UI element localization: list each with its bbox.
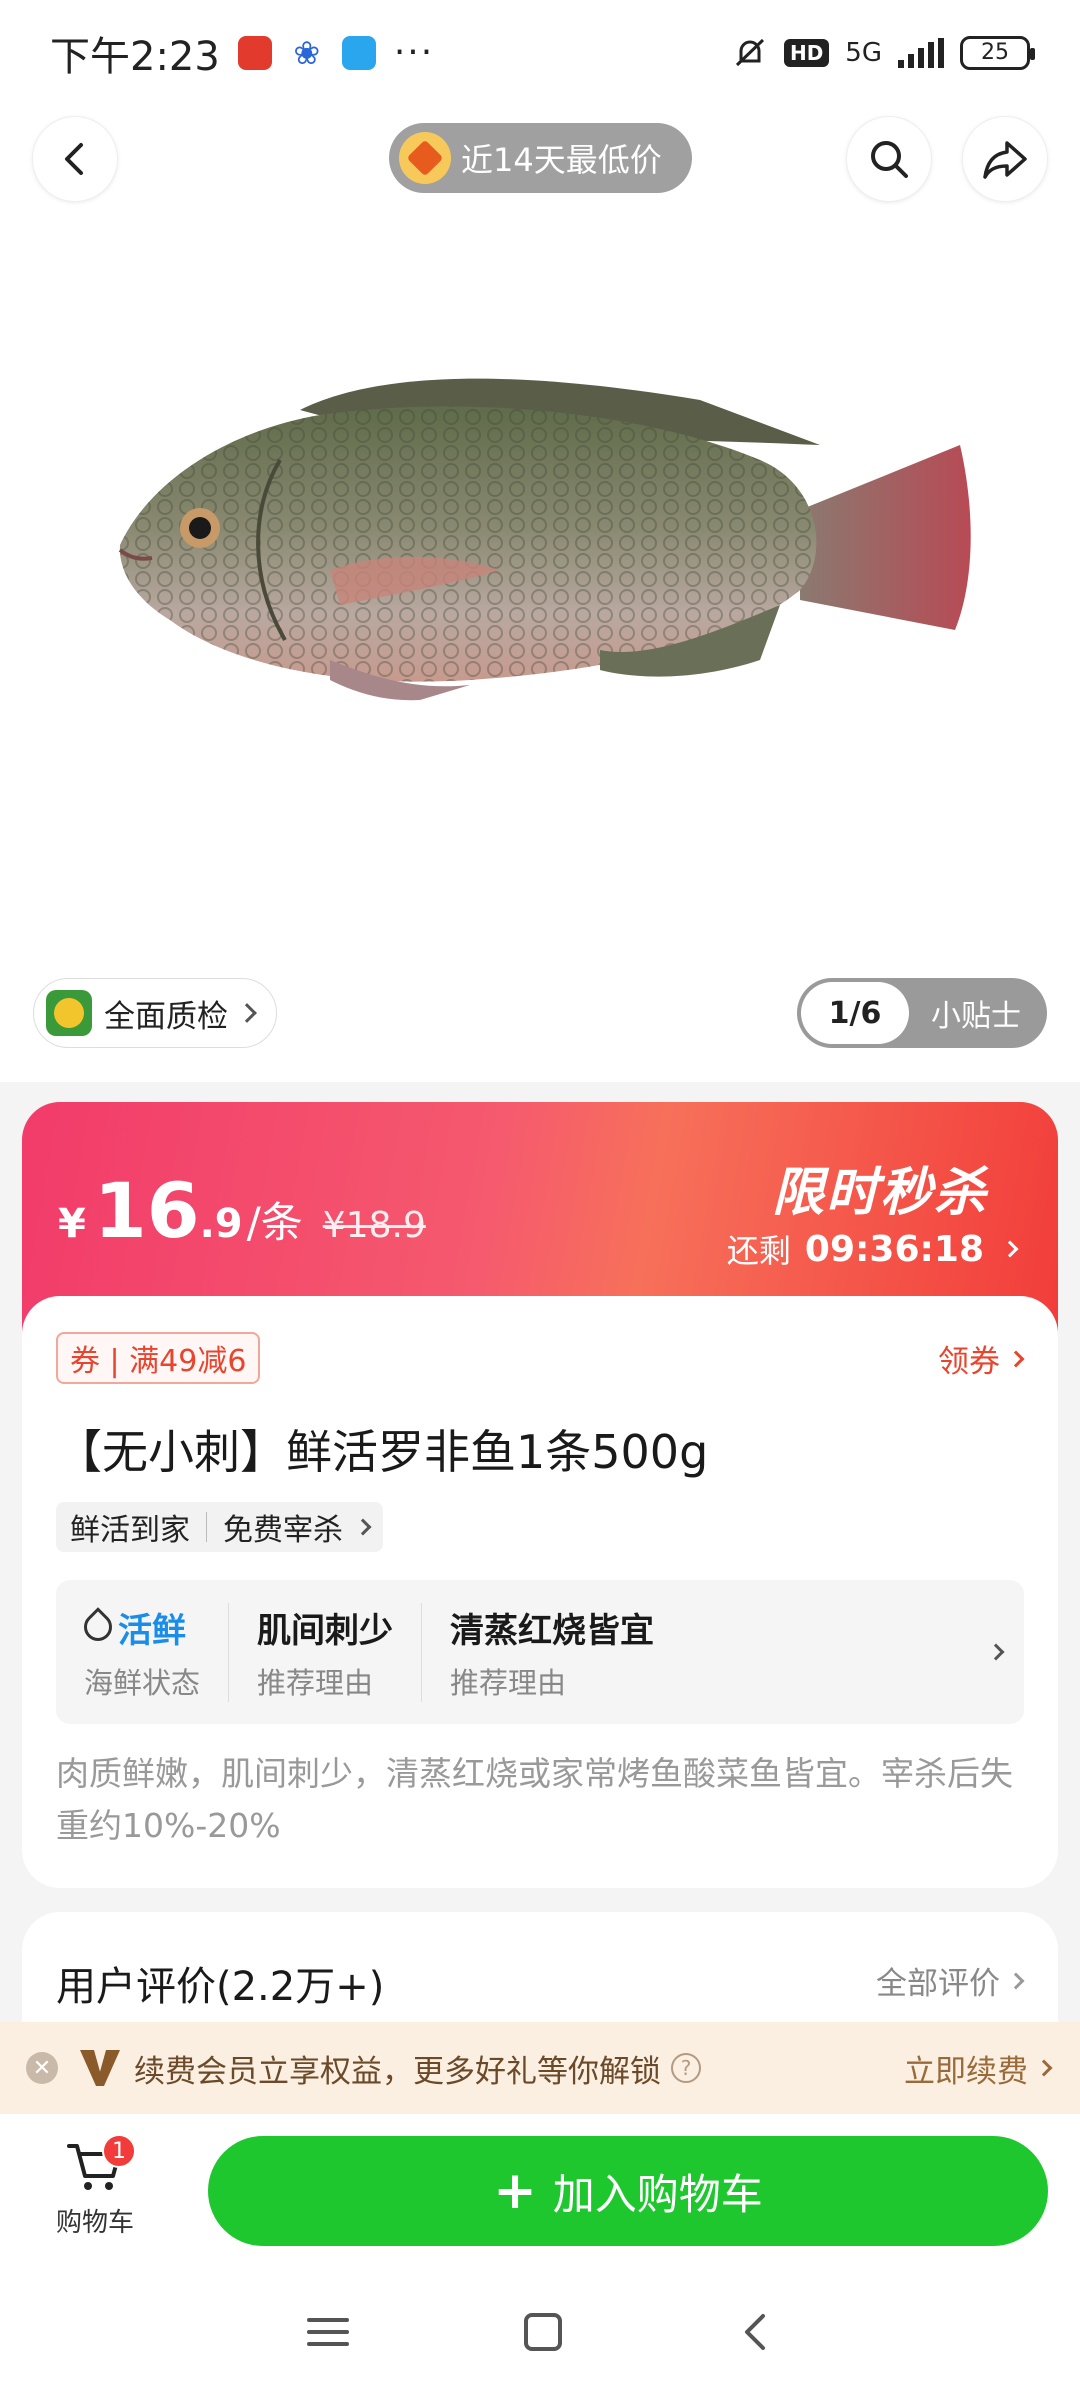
renew-now-button[interactable]: 立即续费: [904, 2046, 1053, 2091]
service-tag-free-slaughter: 免费宰杀: [223, 1513, 343, 1548]
coupon-tag[interactable]: 券 | 满49减6: [56, 1332, 261, 1384]
feature-value-text: 活鲜: [118, 1610, 186, 1651]
mute-bell-icon: [735, 38, 764, 66]
get-coupon-button[interactable]: 领券: [938, 1336, 1025, 1381]
feature-few-bones: 肌间刺少 推荐理由: [228, 1602, 421, 1702]
status-time: 下午2:23: [50, 33, 220, 80]
price-tag-icon: [399, 132, 451, 184]
search-icon: [871, 141, 908, 178]
water-drop-icon: [78, 1607, 118, 1647]
service-tag-fresh-delivery: 鲜活到家: [70, 1513, 190, 1548]
countdown-time: 09:36:18: [804, 1228, 984, 1270]
currency-symbol: ¥: [58, 1201, 86, 1247]
feature-value: 清蒸红烧皆宜: [450, 1610, 655, 1651]
back-triangle-icon[interactable]: [735, 2310, 775, 2354]
renew-label: 立即续费: [904, 2053, 1028, 2090]
add-to-cart-label: 加入购物车: [552, 2169, 763, 2219]
network-type: 5G: [845, 37, 882, 68]
divider: [206, 1512, 207, 1542]
chevron-right-icon: [1001, 1240, 1019, 1258]
chevron-right-icon: [354, 1518, 372, 1536]
feature-label: 海鲜状态: [84, 1665, 201, 1700]
tips-tab[interactable]: 小贴士: [931, 991, 1021, 1035]
top-nav: 近14天最低价: [0, 112, 1080, 208]
chevron-right-icon: [237, 1003, 257, 1023]
feature-highlights[interactable]: 活鲜 海鲜状态 肌间刺少 推荐理由 清蒸红烧皆宜 推荐理由: [56, 1580, 1024, 1724]
share-icon: [983, 141, 1027, 179]
product-image[interactable]: [0, 210, 1080, 1080]
remaining-label: 还剩: [726, 1232, 791, 1270]
more-notifications-icon: ···: [393, 32, 435, 73]
feature-seafood-state: 活鲜 海鲜状态: [56, 1603, 228, 1702]
status-bar: 下午2:23 ❀ ··· HD 5G 25: [0, 0, 1080, 105]
system-nav-bar: [0, 2264, 1080, 2400]
feature-cooking: 清蒸红烧皆宜 推荐理由: [421, 1602, 682, 1702]
member-promo-text: 续费会员立享权益，更多好礼等你解锁: [134, 2053, 661, 2090]
original-price: ¥18.9: [322, 1205, 426, 1246]
baidu-paw-icon: ❀: [293, 33, 321, 72]
home-square-icon[interactable]: [521, 2310, 565, 2354]
chevron-right-icon: [1007, 1972, 1025, 1989]
battery-icon: 25: [960, 35, 1035, 70]
product-info-card: 券 | 满49减6 领券 【无小刺】鲜活罗非鱼1条500g 鲜活到家 免费宰杀 …: [22, 1296, 1058, 1888]
news-app-icon: [237, 35, 272, 70]
all-reviews-label: 全部评价: [876, 1966, 1000, 2002]
price-decimal: .9: [199, 1201, 243, 1247]
image-page-counter: 1/6: [801, 982, 909, 1044]
gallery-indicator[interactable]: 1/6 小贴士: [797, 978, 1047, 1048]
plus-icon: +: [493, 2161, 537, 2221]
lowest-price-badge[interactable]: 近14天最低价: [389, 123, 692, 193]
cart-label: 购物车: [55, 2208, 134, 2238]
product-description: 肉质鲜嫩，肌间刺少，清蒸红烧或家常烤鱼酸菜鱼皆宜。宰杀后失重约10%-20%: [56, 1754, 1013, 1845]
flash-sale-title: 限时秒杀: [771, 1163, 988, 1223]
share-button[interactable]: [962, 116, 1048, 202]
price-unit: /条: [246, 1198, 303, 1247]
flash-sale-countdown[interactable]: 还剩 09:36:18: [726, 1226, 1019, 1272]
back-button[interactable]: [32, 116, 118, 202]
quality-shield-icon: [46, 990, 92, 1036]
cart-button[interactable]: 1 购物车: [40, 2134, 150, 2244]
price: ¥ 16 .9 /条 ¥18.9: [58, 1166, 426, 1255]
vip-logo-icon: [80, 2050, 120, 2086]
signal-icon: [898, 37, 944, 68]
chevron-right-icon: [987, 1643, 1005, 1661]
menu-icon[interactable]: [305, 2312, 351, 2352]
app-notification-icon: [341, 35, 376, 70]
all-reviews-link[interactable]: 全部评价: [876, 1958, 1025, 2003]
tilapia-fish-image: [118, 378, 971, 701]
add-to-cart-button[interactable]: + 加入购物车: [208, 2136, 1048, 2246]
chevron-right-icon: [1007, 1350, 1025, 1367]
quality-check-button[interactable]: 全面质检: [33, 978, 277, 1048]
lowest-price-label: 近14天最低价: [461, 141, 662, 179]
bottom-action-bar: 1 购物车 + 加入购物车: [0, 2114, 1080, 2264]
chevron-right-icon: [1035, 2059, 1053, 2077]
get-coupon-label: 领券: [938, 1344, 1000, 1380]
hd-icon: HD: [783, 38, 830, 67]
help-icon[interactable]: ?: [671, 2053, 701, 2083]
product-title: 【无小刺】鲜活罗非鱼1条500g: [56, 1425, 709, 1479]
reviews-title: 用户评价(2.2万+): [56, 1964, 385, 2010]
member-renewal-banner[interactable]: ✕ 续费会员立享权益，更多好礼等你解锁 ? 立即续费: [0, 2022, 1080, 2114]
search-button[interactable]: [846, 116, 932, 202]
feature-value: 肌间刺少: [257, 1610, 394, 1651]
quality-check-label: 全面质检: [104, 998, 228, 1035]
service-tags[interactable]: 鲜活到家 免费宰杀: [56, 1502, 383, 1552]
feature-label: 推荐理由: [450, 1665, 567, 1700]
back-arrow-icon: [65, 143, 83, 175]
feature-value: 活鲜: [78, 1603, 200, 1652]
close-icon[interactable]: ✕: [26, 2052, 58, 2084]
price-integer: 16: [93, 1166, 200, 1255]
cart-count-badge: 1: [102, 2134, 136, 2168]
feature-label: 推荐理由: [257, 1665, 374, 1700]
